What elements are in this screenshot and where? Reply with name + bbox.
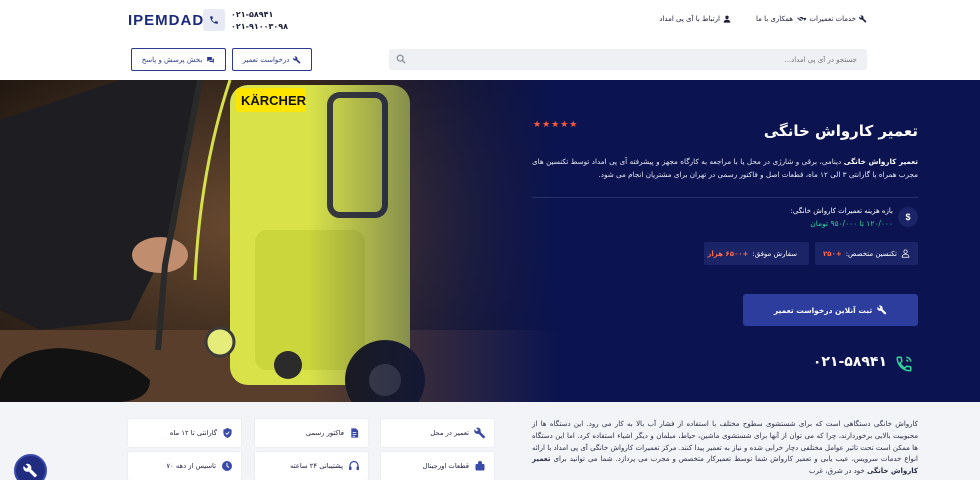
feature-24h-support: پشتیبانی ۲۴ ساعته [255, 452, 368, 480]
qa-section-label: بخش پرسش و پاسخ [141, 55, 203, 64]
nav-cooperate[interactable]: همکاری با ما [756, 15, 805, 23]
chat-icon [207, 56, 215, 63]
phone-button[interactable] [203, 9, 225, 31]
orders-label: سفارش موفق: [752, 249, 797, 258]
divider [532, 197, 918, 198]
page-title: تعمیر کارواش خانگی [763, 122, 918, 140]
tools-icon [474, 427, 486, 439]
search-input[interactable] [411, 49, 857, 70]
header-phones: ۰۲۱-۵۸۹۴۱ ۰۲۱-۹۱۰۰۳۰۹۸ [231, 9, 288, 33]
about-text: کارواش خانگی دستگاهی است که برای شستشوی … [532, 419, 918, 478]
shield-icon [223, 427, 232, 439]
phone-ring-icon [896, 356, 912, 372]
tools-icon [23, 463, 37, 478]
rating-stars: ★★★★★ [533, 120, 579, 130]
hero-description: تعمیر کارواش خانگی دینامی، برقی و شارژی … [532, 155, 918, 181]
orders-stat: سفارش موفق: +۶۵۰۰ هزار [704, 242, 809, 265]
logo[interactable]: IPEMDAD [128, 12, 204, 29]
nav-cooperate-label: همکاری با ما [755, 15, 793, 23]
dollar-icon: $ [898, 207, 918, 227]
technician-icon [901, 249, 910, 258]
qa-section-button[interactable]: بخش پرسش و پاسخ [131, 48, 226, 71]
support-chat-button[interactable] [14, 454, 47, 480]
technicians-value: +۲۵۰ [823, 249, 842, 258]
feature-label: تعمیر در محل [430, 429, 469, 437]
about-text-main: کارواش خانگی دستگاهی است که برای شستشوی … [532, 420, 918, 464]
feature-onsite-repair: تعمیر در محل [381, 419, 494, 447]
technicians-stat: تکنسین متخصص: +۲۵۰ [815, 242, 918, 265]
search-bar [389, 49, 867, 70]
handshake-icon [797, 17, 804, 21]
feature-label: تاسیس از دهه ۷۰ [166, 462, 216, 470]
online-repair-request-button[interactable]: ثبت آنلاین درخواست تعمیر [743, 294, 918, 326]
feature-warranty: گارانتی تا ۱۲ ماه [128, 419, 241, 447]
phone-number-2[interactable]: ۰۲۱-۹۱۰۰۳۰۹۸ [231, 21, 288, 33]
nav-contact-label: ارتباط با آی پی امداد [659, 15, 720, 23]
orders-value: +۶۵۰۰ هزار [707, 249, 749, 258]
invoice-icon [351, 428, 359, 438]
repair-request-button[interactable]: درخواست تعمیر [232, 48, 312, 71]
about-text-end: خود در شرق، غرب [808, 467, 865, 476]
hero-description-bold: تعمیر کارواش خانگی [843, 157, 918, 166]
feature-label: پشتیبانی ۲۴ ساعته [290, 462, 343, 470]
hero-phone-number[interactable]: ۰۲۱-۵۸۹۴۱ [813, 354, 887, 370]
price-range-label: بازه هزینه تعمیرات کارواش خانگی: [790, 207, 893, 215]
price-range-value: ۱۲۰/۰۰۰ تا ۹۵۰/۰۰۰ تومان [810, 219, 893, 228]
feature-label: قطعات اورجینال [422, 462, 470, 470]
support-icon [349, 460, 359, 470]
phone-icon [210, 16, 218, 24]
technicians-label: تکنسین متخصص: [845, 249, 897, 258]
feature-official-invoice: فاکتور رسمی [255, 419, 368, 447]
parts-icon [475, 461, 485, 471]
feature-label: فاکتور رسمی [305, 429, 344, 437]
phone-number-1[interactable]: ۰۲۱-۵۸۹۴۱ [231, 9, 288, 21]
online-repair-request-label: ثبت آنلاین درخواست تعمیر [773, 305, 873, 315]
feature-established: تاسیس از دهه ۷۰ [128, 452, 241, 480]
feature-label: گارانتی تا ۱۲ ماه [169, 429, 217, 437]
pressure-washer-image: KÄRCHER [0, 80, 560, 402]
nav-contact[interactable]: ارتباط با آی پی امداد [659, 15, 731, 23]
user-icon [723, 15, 731, 23]
repair-request-label: درخواست تعمیر [242, 55, 290, 64]
tools-icon [859, 15, 867, 23]
nav-services-label: خدمات تعمیرات [809, 15, 856, 23]
feature-original-parts: قطعات اورجینال [381, 452, 494, 480]
history-icon [222, 461, 232, 471]
tools-icon [877, 305, 887, 315]
nav-services[interactable]: خدمات تعمیرات ▾ [803, 15, 867, 23]
search-icon[interactable] [396, 54, 406, 64]
tools-icon [293, 55, 301, 64]
